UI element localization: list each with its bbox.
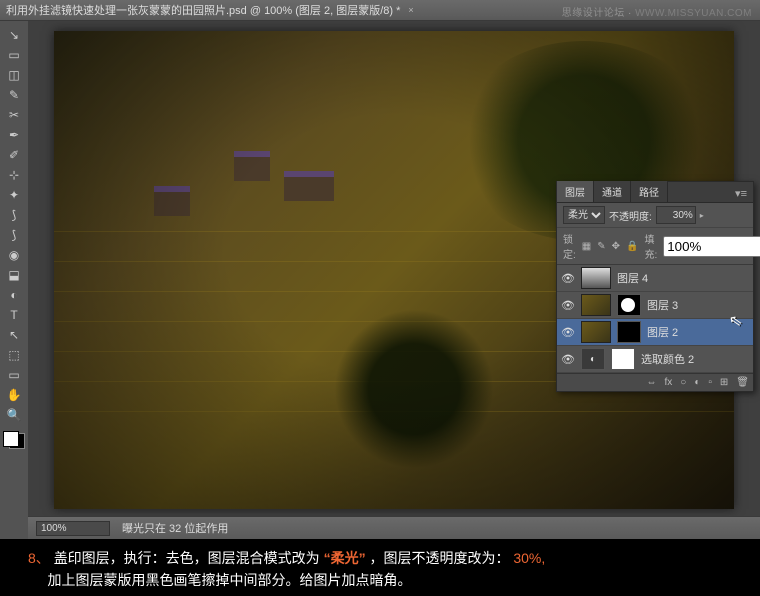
tab-channels[interactable]: 通道: [594, 181, 631, 202]
delete-layer-icon[interactable]: 🗑: [736, 377, 749, 388]
caption-text: 加上图层蒙版用黑色画笔擦掉中间部分。给图片加点暗角。: [47, 572, 411, 588]
shape-tool[interactable]: ⬚: [2, 345, 26, 365]
opacity-label: 不透明度:: [609, 208, 652, 223]
adjustment-icon[interactable]: ◐: [581, 348, 605, 370]
caption-number: 30%,: [513, 550, 545, 566]
layer-name[interactable]: 图层 2: [647, 324, 678, 340]
layer-row[interactable]: 👁 图层 4: [557, 265, 753, 292]
panel-menu-icon[interactable]: ▾≡: [729, 185, 753, 202]
opacity-flyout-icon[interactable]: ▸: [700, 211, 704, 220]
fill-input[interactable]: [663, 236, 760, 257]
lock-position-icon[interactable]: ✥: [612, 241, 620, 252]
path-tool[interactable]: ↖: [2, 325, 26, 345]
zoom-field[interactable]: 100%: [36, 521, 110, 536]
document-title: 利用外挂滤镜快速处理一张灰蒙蒙的田园照片.psd @ 100% (图层 2, 图…: [6, 2, 400, 18]
layer-name[interactable]: 图层 3: [647, 297, 678, 313]
panel-tabs: 图层 通道 路径 ▾≡: [557, 182, 753, 203]
fill-label: 填充:: [644, 231, 657, 261]
caption-text: 盖印图层，执行：去色，图层混合模式改为: [54, 550, 320, 566]
mouse-cursor: ⇖: [727, 310, 744, 332]
layers-panel-footer: ⇔ fx ○ ◐ ▫ ⊞ 🗑: [557, 373, 753, 391]
layer-row[interactable]: 👁 ◐ 选取颜色 2: [557, 346, 753, 373]
eraser-tool[interactable]: ⟆: [2, 225, 26, 245]
visibility-icon[interactable]: 👁: [561, 326, 575, 339]
visibility-icon[interactable]: 👁: [561, 299, 575, 312]
link-layers-icon[interactable]: ⇔: [646, 377, 656, 388]
document-tab[interactable]: 利用外挂滤镜快速处理一张灰蒙蒙的田园照片.psd @ 100% (图层 2, 图…: [6, 2, 414, 18]
caption-text: ，图层不透明度改为：: [369, 550, 509, 566]
step-number: 8、: [28, 550, 50, 566]
watermark: 思缘设计论坛 · WWW.MISSYUAN.COM: [562, 4, 752, 19]
layers-panel: 图层 通道 路径 ▾≡ 柔光 不透明度: ▸ 锁定: ▦ ✎ ✥ 🔒 填充: ▸…: [556, 181, 754, 392]
eyedropper-tool[interactable]: ✒: [2, 125, 26, 145]
zoom-tool[interactable]: 🔍: [2, 405, 26, 425]
layer-thumbnail[interactable]: [581, 321, 611, 343]
foreground-color[interactable]: [3, 431, 19, 447]
layer-name[interactable]: 选取颜色 2: [641, 351, 694, 367]
lock-all-icon[interactable]: 🔒: [626, 241, 638, 252]
opacity-input[interactable]: [656, 206, 696, 224]
new-layer-icon[interactable]: ⊞: [720, 377, 728, 388]
layer-thumbnail[interactable]: [581, 294, 611, 316]
tab-layers[interactable]: 图层: [557, 181, 594, 202]
layer-thumbnail[interactable]: [581, 267, 611, 289]
heal-tool[interactable]: ✐: [2, 145, 26, 165]
layer-mask-thumbnail[interactable]: [617, 294, 641, 316]
wand-tool[interactable]: ✎: [2, 85, 26, 105]
fx-icon[interactable]: fx: [664, 377, 672, 388]
lock-transparent-icon[interactable]: ▦: [582, 241, 591, 252]
stamp-tool[interactable]: ✦: [2, 185, 26, 205]
blend-mode-select[interactable]: 柔光: [563, 206, 605, 224]
add-adjustment-icon[interactable]: ◐: [694, 377, 700, 388]
layer-row[interactable]: 👁 图层 3: [557, 292, 753, 319]
new-group-icon[interactable]: ▫: [708, 377, 712, 388]
add-mask-icon[interactable]: ○: [680, 377, 686, 388]
tutorial-caption: 8、 盖印图层，执行：去色，图层混合模式改为 “柔光” ，图层不透明度改为： 3…: [0, 539, 760, 596]
layer-mask-thumbnail[interactable]: [617, 321, 641, 343]
layer-name[interactable]: 图层 4: [617, 270, 648, 286]
lock-label: 锁定:: [563, 231, 576, 261]
history-brush-tool[interactable]: ⟆: [2, 205, 26, 225]
lock-pixels-icon[interactable]: ✎: [597, 241, 605, 252]
brush-tool[interactable]: ⊹: [2, 165, 26, 185]
visibility-icon[interactable]: 👁: [561, 272, 575, 285]
layer-row-selected[interactable]: 👁 图层 2: [557, 319, 753, 346]
tab-paths[interactable]: 路径: [631, 181, 668, 202]
move-tool[interactable]: ↘: [2, 25, 26, 45]
blur-tool[interactable]: ⬓: [2, 265, 26, 285]
close-tab-icon[interactable]: ×: [408, 5, 413, 15]
type-tool[interactable]: T: [2, 305, 26, 325]
crop-tool[interactable]: ✂: [2, 105, 26, 125]
marquee-tool[interactable]: ▭: [2, 45, 26, 65]
status-hint: 曝光只在 32 位起作用: [122, 520, 228, 536]
dodge-tool[interactable]: ◐: [2, 285, 26, 305]
hand-tool[interactable]: ✋: [2, 385, 26, 405]
color-swatch[interactable]: [3, 431, 25, 449]
3d-tool[interactable]: ▭: [2, 365, 26, 385]
status-bar: 100% 曝光只在 32 位起作用: [28, 516, 760, 539]
caption-highlight: “柔光”: [324, 550, 366, 566]
layer-mask-thumbnail[interactable]: [611, 348, 635, 370]
lasso-tool[interactable]: ◫: [2, 65, 26, 85]
tools-panel: ↘ ▭ ◫ ✎ ✂ ✒ ✐ ⊹ ✦ ⟆ ⟆ ◉ ⬓ ◐ T ↖ ⬚ ▭ ✋ 🔍: [0, 21, 28, 539]
visibility-icon[interactable]: 👁: [561, 353, 575, 366]
gradient-tool[interactable]: ◉: [2, 245, 26, 265]
